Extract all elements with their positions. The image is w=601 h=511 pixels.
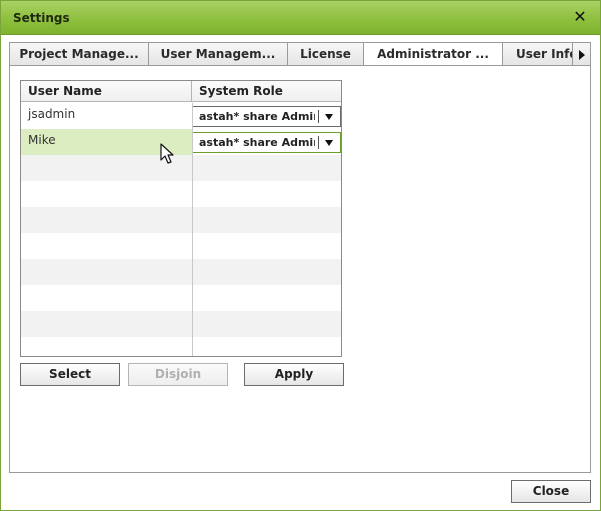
system-role-cell: astah* share Admin: [192, 129, 341, 155]
chevron-down-icon: [325, 140, 333, 146]
select-button[interactable]: Select: [20, 363, 120, 386]
empty-row: [21, 311, 341, 337]
user-name-cell: jsadmin: [28, 107, 76, 121]
table-row[interactable]: jsadmin astah* share Admin: [21, 103, 341, 129]
tab-license[interactable]: License: [287, 42, 364, 66]
apply-button[interactable]: Apply: [244, 363, 344, 386]
tab-project-management[interactable]: Project Manage...: [9, 42, 149, 66]
system-role-dropdown[interactable]: astah* share Admin: [192, 106, 341, 127]
empty-row: [21, 337, 341, 356]
title-bar[interactable]: Settings ✕: [1, 1, 600, 35]
column-header-system-role[interactable]: System Role: [192, 81, 341, 102]
arrow-right-icon: [579, 50, 585, 60]
system-role-dropdown[interactable]: astah* share Admin: [192, 132, 341, 153]
empty-row: [21, 155, 341, 181]
empty-row: [21, 233, 341, 259]
empty-row: [21, 181, 341, 207]
tab-bar: Project Manage... User Managem... Licens…: [9, 42, 591, 67]
empty-row: [21, 259, 341, 285]
tab-scroll-right-button[interactable]: [572, 42, 591, 66]
tab-administrator[interactable]: Administrator ...: [363, 42, 503, 67]
system-role-value: astah* share Admin: [199, 110, 315, 123]
close-icon[interactable]: ✕: [571, 7, 589, 27]
empty-row: [21, 207, 341, 233]
administrator-table: User Name System Role jsadmin astah* sha…: [20, 80, 342, 357]
table-body: jsadmin astah* share Admin Mike astah* s…: [21, 103, 341, 356]
column-divider: [192, 103, 193, 356]
tab-user-management[interactable]: User Managem...: [148, 42, 288, 66]
disjoin-button[interactable]: Disjoin: [128, 363, 228, 386]
dropdown-separator: [318, 110, 319, 123]
tab-user-info[interactable]: User Info: [502, 42, 574, 66]
chevron-down-icon: [325, 114, 333, 120]
table-row-selected[interactable]: Mike astah* share Admin: [21, 129, 341, 155]
system-role-cell: astah* share Admin: [192, 103, 341, 129]
window-title: Settings: [13, 11, 70, 25]
dropdown-separator: [318, 136, 319, 149]
table-header: User Name System Role: [21, 81, 341, 102]
system-role-value: astah* share Admin: [199, 136, 315, 149]
empty-row: [21, 285, 341, 311]
close-button[interactable]: Close: [511, 480, 591, 503]
mouse-pointer-icon: [160, 143, 174, 164]
column-header-user-name[interactable]: User Name: [21, 81, 192, 102]
